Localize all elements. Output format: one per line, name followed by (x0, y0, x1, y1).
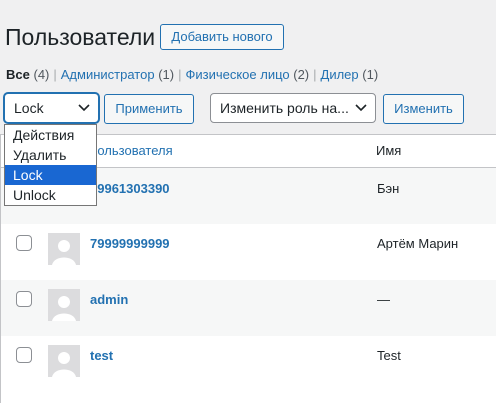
default-avatar-icon (48, 289, 80, 321)
filter-dealer[interactable]: Дилер (321, 67, 359, 82)
option-lock[interactable]: Lock (5, 165, 96, 185)
table-row: admin — (1, 280, 496, 336)
user-login-link[interactable]: 79999999999 (90, 236, 170, 251)
filter-administrator[interactable]: Администратор (61, 67, 155, 82)
row-checkbox[interactable] (16, 347, 32, 363)
column-header-login[interactable]: Пользователя (88, 143, 173, 158)
apply-button[interactable]: Применить (104, 94, 194, 124)
role-filter-links: Все (4) | Администратор (1) | Физическое лиц… (6, 67, 379, 82)
row-checkbox[interactable] (16, 291, 32, 307)
column-header-name: Имя (376, 143, 402, 158)
add-new-user-button[interactable]: Добавить нового (160, 24, 284, 50)
default-avatar-icon (48, 345, 80, 377)
option-delete[interactable]: Удалить (5, 145, 96, 165)
user-name: Артём Марин (377, 236, 459, 251)
filter-all[interactable]: Все (4) (6, 67, 49, 82)
filter-individual[interactable]: Физическое лицо (185, 67, 289, 82)
bulk-action-select[interactable]: Lock (4, 93, 99, 123)
change-role-button[interactable]: Изменить (383, 94, 464, 124)
user-login-link[interactable]: 79961303390 (90, 181, 170, 196)
user-name: Бэн (377, 181, 400, 196)
user-name: Test (377, 348, 401, 363)
bulk-action-selected-value: Lock (14, 100, 44, 116)
option-unlock[interactable]: Unlock (5, 185, 96, 205)
change-role-select[interactable]: Изменить роль на... (210, 93, 376, 123)
user-name: — (377, 292, 390, 307)
default-avatar-icon (48, 233, 80, 265)
chevron-down-icon (78, 104, 90, 112)
user-login-link[interactable]: test (90, 348, 113, 363)
user-login-link[interactable]: admin (90, 292, 128, 307)
row-checkbox[interactable] (16, 235, 32, 251)
table-row: test Test (1, 336, 496, 392)
option-actions[interactable]: Действия (5, 125, 96, 145)
bulk-action-dropdown: Действия Удалить Lock Unlock (4, 124, 97, 206)
table-row: 79999999999 Артём Марин (1, 224, 496, 280)
chevron-down-icon (355, 104, 367, 112)
page-title: Пользователи (5, 24, 156, 50)
change-role-placeholder: Изменить роль на... (220, 100, 349, 116)
